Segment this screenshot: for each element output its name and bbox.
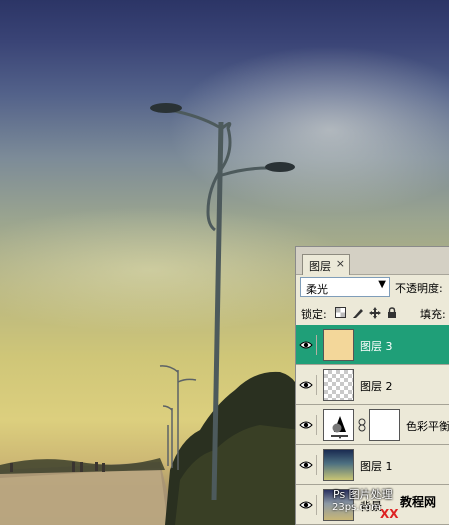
eye-icon[interactable] — [299, 495, 317, 515]
watermark-line4: XX — [380, 507, 399, 521]
eye-icon[interactable] — [299, 415, 317, 435]
layer-row-2[interactable]: 图层 2 — [296, 365, 449, 405]
chain-link-icon — [358, 418, 366, 435]
tab-layers[interactable]: 图层 × — [302, 254, 350, 275]
eye-icon[interactable] — [299, 335, 317, 355]
blend-mode-select[interactable]: 柔光 ▼ — [300, 277, 390, 297]
layer-name: 图层 1 — [360, 460, 393, 473]
opacity-label: 不透明度: — [395, 282, 443, 295]
layer-mask-thumbnail — [369, 409, 400, 441]
lock-label: 锁定: — [301, 308, 327, 321]
watermark-line2: 23ps.com — [332, 502, 381, 513]
layer-thumbnail — [323, 449, 354, 481]
color-balance-icon — [331, 416, 348, 439]
layer-thumbnail — [323, 329, 354, 361]
tab-layers-label: 图层 — [309, 260, 331, 273]
watermark-line1: Ps 图片处理 — [333, 488, 393, 501]
lock-move-icon[interactable] — [368, 306, 381, 319]
layer-thumbnail — [323, 369, 354, 401]
layer-row-color-balance[interactable]: 色彩平衡 — [296, 405, 449, 445]
blend-mode-value: 柔光 — [306, 283, 328, 296]
panel-tab-strip: 图层 × — [296, 247, 449, 275]
lock-row: 锁定: 填充: — [296, 303, 449, 323]
eye-icon[interactable] — [299, 455, 317, 475]
lock-transparent-icon[interactable] — [334, 306, 347, 319]
layer-row-3[interactable]: 图层 3 — [296, 325, 449, 365]
chevron-down-icon: ▼ — [378, 279, 386, 290]
layer-name: 图层 2 — [360, 380, 393, 393]
lock-all-icon[interactable] — [385, 306, 398, 319]
site-watermark: Ps 图片处理 23ps.com 教程网 XX — [330, 483, 449, 525]
watermark-line3: 教程网 — [400, 495, 437, 509]
close-icon[interactable]: × — [336, 257, 345, 270]
adjustment-thumbnail — [323, 409, 354, 441]
eye-icon[interactable] — [299, 375, 317, 395]
layer-name: 色彩平衡 — [406, 420, 449, 433]
fill-label: 填充: — [420, 308, 446, 321]
layer-name: 图层 3 — [360, 340, 393, 353]
lock-paint-icon[interactable] — [351, 306, 364, 319]
layer-row-1[interactable]: 图层 1 — [296, 445, 449, 485]
